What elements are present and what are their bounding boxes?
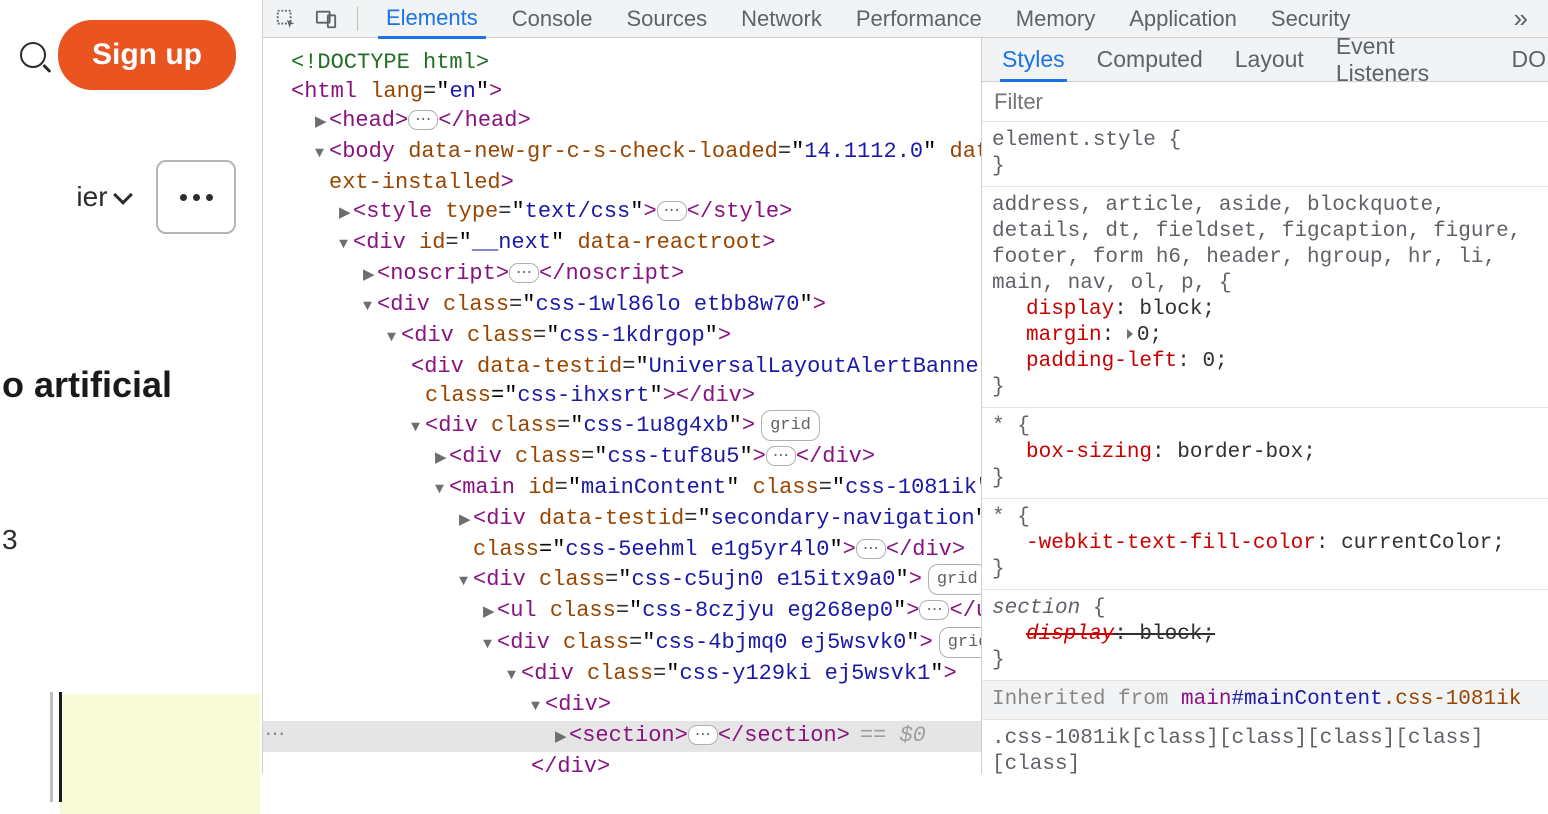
dom-tree[interactable]: <!DOCTYPE html><html lang="en">▶<head>⋯<…	[263, 38, 981, 774]
styles-tab-styles[interactable]: Styles	[1000, 38, 1067, 82]
dom-node[interactable]: ⋯▶<section>⋯</section>== $0	[263, 721, 981, 752]
tab-console[interactable]: Console	[504, 0, 601, 38]
tab-performance[interactable]: Performance	[848, 0, 990, 38]
dom-node[interactable]: <div data-testid="UniversalLayoutAlertBa…	[263, 352, 981, 381]
dom-node[interactable]: ▼<div>	[263, 690, 981, 721]
dropdown-fragment[interactable]: ier	[76, 181, 130, 213]
dom-node[interactable]: ▼<div class="css-y129ki ej5wsvk1">	[263, 659, 981, 690]
styles-tabbar: StylesComputedLayoutEvent ListenersDO	[982, 38, 1548, 82]
dom-node[interactable]: ▼<div class="css-1kdrgop">	[263, 321, 981, 352]
css-rule[interactable]: * {box-sizing: border-box;}	[982, 408, 1548, 499]
devtools-panel: Elements Console Sources Network Performance…	[262, 0, 1548, 774]
styles-tab-computed[interactable]: Computed	[1095, 38, 1205, 81]
tab-sources[interactable]: Sources	[618, 0, 715, 38]
tab-elements[interactable]: Elements	[378, 0, 486, 39]
page-decoration	[0, 694, 262, 814]
css-rule[interactable]: section {display: block;}	[982, 590, 1548, 681]
dom-node[interactable]: ▼<main id="mainContent" class="css-1081i…	[263, 473, 981, 504]
styles-tab-layout[interactable]: Layout	[1233, 38, 1306, 81]
css-rule[interactable]: * {-webkit-text-fill-color: currentColor…	[982, 499, 1548, 590]
css-rule[interactable]: .css-1081ik[class][class][class][class][…	[982, 720, 1548, 774]
dom-node[interactable]: ▼<div class="css-4bjmq0 ej5wsvk0">grid	[263, 627, 981, 659]
dom-node[interactable]: ▶<div class="css-tuf8u5">⋯</div>	[263, 442, 981, 473]
dom-node[interactable]: class="css-ihxsrt"></div>	[263, 381, 981, 410]
more-tabs-icon[interactable]: »	[1514, 3, 1528, 34]
dom-node[interactable]: ▶<noscript>⋯</noscript>	[263, 259, 981, 290]
dom-node[interactable]: <html lang="en">	[263, 77, 981, 106]
more-menu-button[interactable]	[156, 160, 236, 234]
styles-tab-do[interactable]: DO	[1510, 38, 1548, 81]
inspect-icon[interactable]	[275, 8, 297, 30]
dom-node[interactable]: </div>	[263, 752, 981, 774]
dom-node[interactable]: ▼<div id="__next" data-reactroot>	[263, 228, 981, 259]
dom-node[interactable]: ▼<body data-new-gr-c-s-check-loaded="14.…	[263, 137, 981, 168]
dom-node[interactable]: ▼<div class="css-1wl86lo etbb8w70">	[263, 290, 981, 321]
css-rules[interactable]: element.style {}address, article, aside,…	[982, 122, 1548, 774]
tab-security[interactable]: Security	[1263, 0, 1358, 38]
dom-node[interactable]: ▼<div class="css-c5ujn0 e15itx9a0">grid	[263, 564, 981, 596]
tab-network[interactable]: Network	[733, 0, 830, 38]
dom-doctype[interactable]: <!DOCTYPE html>	[263, 48, 981, 77]
devtools-tabbar: Elements Console Sources Network Performance…	[263, 0, 1548, 38]
dom-node[interactable]: ext-installed>	[263, 168, 981, 197]
dom-node[interactable]: ▶<head>⋯</head>	[263, 106, 981, 137]
numeral-text: 3	[0, 524, 262, 556]
styles-filter-input[interactable]	[994, 89, 1548, 115]
device-toggle-icon[interactable]	[315, 8, 337, 30]
css-rule[interactable]: address, article, aside, blockquote, det…	[982, 187, 1548, 408]
search-icon[interactable]	[20, 42, 46, 68]
styles-panel: StylesComputedLayoutEvent ListenersDO el…	[981, 38, 1548, 774]
page-content: Sign up ier o artificial 3	[0, 0, 262, 774]
css-rule[interactable]: element.style {}	[982, 122, 1548, 187]
inherited-from-bar: Inherited from main#mainContent.css-1081…	[982, 681, 1548, 720]
dom-node[interactable]: ▼<div class="css-1u8g4xb">grid	[263, 410, 981, 442]
dom-node[interactable]: ▶<style type="text/css">⋯</style>	[263, 197, 981, 228]
signup-button[interactable]: Sign up	[58, 20, 236, 90]
dom-node[interactable]: class="css-5eehml e1g5yr4l0">⋯</div>	[263, 535, 981, 564]
chevron-down-icon	[113, 185, 133, 205]
dom-node[interactable]: ▶<ul class="css-8czjyu eg268ep0">⋯</ul>	[263, 596, 981, 627]
tab-application[interactable]: Application	[1121, 0, 1245, 38]
headline-fragment: o artificial	[0, 364, 262, 406]
tab-memory[interactable]: Memory	[1008, 0, 1103, 38]
dom-node[interactable]: ▶<div data-testid="secondary-navigation"…	[263, 504, 981, 535]
